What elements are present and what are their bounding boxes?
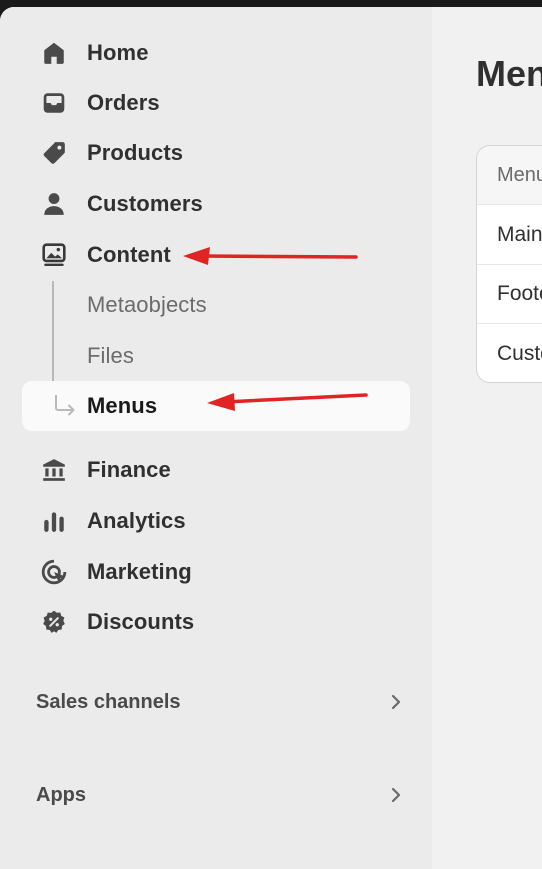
- target-icon: [40, 558, 68, 586]
- tag-icon: [40, 139, 68, 167]
- section-label: Sales channels: [36, 690, 181, 713]
- sidebar-section-apps[interactable]: Apps: [36, 780, 406, 810]
- page-title: Menus: [476, 53, 542, 94]
- sidebar-subitem-menus[interactable]: Menus: [22, 381, 410, 431]
- sidebar-subitem-label: Metaobjects: [87, 292, 207, 317]
- sidebar-item-analytics[interactable]: Analytics: [22, 498, 410, 544]
- sidebar-subitem-files[interactable]: Files: [22, 333, 410, 379]
- sidebar-item-label: Orders: [87, 90, 160, 115]
- sidebar-item-finance[interactable]: Finance: [22, 447, 410, 493]
- table-header-menu[interactable]: Menu: [477, 146, 542, 205]
- sidebar-item-label: Discounts: [87, 609, 195, 634]
- sidebar-nav: Home Orders Products Customers Content M…: [0, 7, 432, 869]
- sidebar-item-marketing[interactable]: Marketing: [22, 549, 410, 595]
- sidebar-subitem-label: Files: [87, 343, 134, 368]
- sidebar-item-customers[interactable]: Customers: [22, 181, 410, 227]
- sidebar-item-content[interactable]: Content: [22, 232, 410, 278]
- discount-badge-icon: [40, 608, 68, 636]
- sidebar-item-label: Analytics: [87, 508, 186, 533]
- chevron-right-icon: [386, 785, 406, 805]
- sidebar-item-discounts[interactable]: Discounts: [22, 599, 410, 645]
- section-label: Apps: [36, 783, 86, 806]
- menus-table-card: Menu Main menu Footer menu Customer acco…: [476, 145, 542, 383]
- main-content: Menus Menu Main menu Footer menu Custome…: [432, 7, 542, 869]
- sidebar-subitem-metaobjects[interactable]: Metaobjects: [22, 282, 410, 328]
- sidebar-item-home[interactable]: Home: [22, 30, 410, 76]
- sidebar-item-label: Marketing: [87, 559, 192, 584]
- person-icon: [40, 190, 68, 218]
- image-icon: [40, 241, 68, 269]
- table-row[interactable]: Main menu: [477, 206, 542, 265]
- sidebar-section-sales-channels[interactable]: Sales channels: [36, 687, 406, 717]
- sidebar-item-label: Customers: [87, 191, 203, 216]
- app-window: Home Orders Products Customers Content M…: [0, 7, 542, 869]
- bank-icon: [40, 456, 68, 484]
- chevron-right-icon: [386, 692, 406, 712]
- bar-chart-icon: [40, 507, 68, 535]
- table-row[interactable]: Customer account: [477, 324, 542, 382]
- table-row[interactable]: Footer menu: [477, 265, 542, 324]
- sidebar-item-label: Content: [87, 242, 171, 267]
- sidebar-item-label: Home: [87, 40, 149, 65]
- sidebar-item-products[interactable]: Products: [22, 130, 410, 176]
- tree-branch-arrow-icon: [52, 392, 80, 420]
- sidebar-item-orders[interactable]: Orders: [22, 80, 410, 126]
- sidebar-item-label: Products: [87, 140, 184, 165]
- inbox-icon: [40, 89, 68, 117]
- sidebar-item-label: Finance: [87, 457, 171, 482]
- home-icon: [40, 39, 68, 67]
- sidebar-subitem-label: Menus: [87, 393, 158, 418]
